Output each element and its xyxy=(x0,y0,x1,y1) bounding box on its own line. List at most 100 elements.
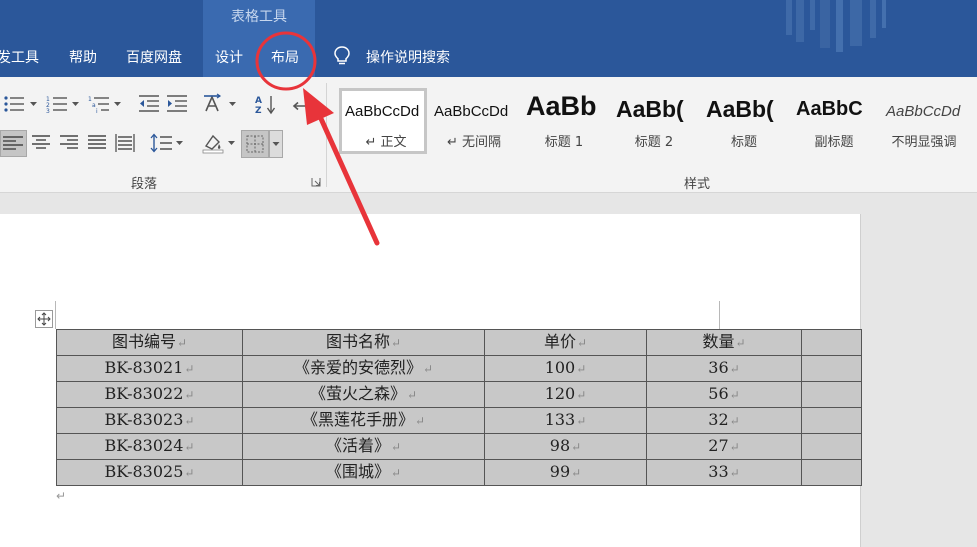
table-cell[interactable]: 27↵ xyxy=(646,433,802,460)
tell-me-search[interactable]: 操作说明搜索 xyxy=(366,47,450,67)
table-cell[interactable]: 120↵ xyxy=(484,381,647,408)
asian-layout-dropdown-icon[interactable] xyxy=(229,102,236,107)
align-right-icon[interactable] xyxy=(56,132,82,154)
svg-text:i: i xyxy=(96,108,98,115)
style-sample: AaBb( xyxy=(706,96,774,122)
style-subtitle[interactable]: AaBbC 副标题 xyxy=(790,88,878,154)
title-bar-decoration xyxy=(786,0,886,52)
table-cell[interactable]: 《黑莲花手册》↵ xyxy=(242,407,485,434)
cell-text: 《亲爱的安德烈》 xyxy=(293,358,422,377)
tab-layout[interactable]: 布局 xyxy=(271,47,299,67)
style-no-spacing[interactable]: AaBbCcDd ↵ 无间隔 xyxy=(430,88,518,154)
table-cell[interactable]: 《亲爱的安德烈》↵ xyxy=(242,355,485,382)
table-header-cell[interactable]: 数量↵ xyxy=(646,329,802,356)
table-cell[interactable]: 《萤火之森》↵ xyxy=(242,381,485,408)
distributed-icon[interactable] xyxy=(112,132,138,154)
multilevel-dropdown-icon[interactable] xyxy=(114,102,121,107)
svg-text:Z: Z xyxy=(255,106,262,115)
justify-icon[interactable] xyxy=(84,132,110,154)
cell-text: 图书编号 xyxy=(111,332,176,351)
style-sample: AaBbCcDd xyxy=(886,103,961,120)
table-move-handle-icon[interactable] xyxy=(35,310,53,328)
table-cell[interactable]: 56↵ xyxy=(646,381,802,408)
cell-end-mark: ↵ xyxy=(576,388,587,402)
table-cell[interactable]: 33↵ xyxy=(646,459,802,486)
paragraph-mark: ↵ xyxy=(56,489,67,503)
margin-marker xyxy=(719,301,720,329)
table-cell[interactable] xyxy=(801,381,862,408)
numbering-icon[interactable]: 123 xyxy=(45,93,71,115)
cell-end-mark: ↵ xyxy=(406,388,418,402)
cell-text: 56 xyxy=(708,384,729,403)
cell-text: BK-83024 xyxy=(104,436,184,455)
table-cell[interactable] xyxy=(801,433,862,460)
align-left-button[interactable] xyxy=(0,130,27,157)
table-header-cell[interactable] xyxy=(801,329,862,356)
align-center-icon[interactable] xyxy=(28,132,54,154)
table-cell[interactable]: 32↵ xyxy=(646,407,802,434)
asian-layout-icon[interactable] xyxy=(202,93,228,115)
table-cell[interactable] xyxy=(801,355,862,382)
style-subtle-emphasis[interactable]: AaBbCcDd 不明显强调 xyxy=(880,88,968,154)
table-cell[interactable]: 《围城》↵ xyxy=(242,459,485,486)
book-table[interactable]: 图书编号↵ 图书名称↵ 单价↵ 数量↵ BK-83021↵ 《亲爱的安德烈》↵ 100↵ 36… xyxy=(56,329,862,486)
table-cell[interactable]: 《活着》↵ xyxy=(242,433,485,460)
cell-text: 《围城》 xyxy=(325,462,390,481)
borders-icon xyxy=(246,135,264,153)
bullets-icon[interactable] xyxy=(2,93,28,115)
table-cell[interactable] xyxy=(801,459,862,486)
cell-end-mark: ↵ xyxy=(576,414,587,428)
table-header-cell[interactable]: 单价↵ xyxy=(484,329,647,356)
tab-baidu-netdisk[interactable]: 百度网盘 xyxy=(126,47,182,67)
show-marks-icon[interactable] xyxy=(289,93,315,115)
table-cell[interactable]: BK-83021↵ xyxy=(56,355,243,382)
table-cell[interactable]: BK-83023↵ xyxy=(56,407,243,434)
style-title[interactable]: AaBb( 标题 xyxy=(700,88,788,154)
cell-end-mark: ↵ xyxy=(571,440,582,454)
shading-icon[interactable] xyxy=(200,132,226,154)
style-heading-1[interactable]: AaBb 标题 1 xyxy=(520,88,608,154)
line-spacing-icon[interactable] xyxy=(149,132,175,154)
table-cell[interactable]: 133↵ xyxy=(484,407,647,434)
increase-indent-icon[interactable] xyxy=(164,93,190,115)
cell-end-mark: ↵ xyxy=(576,362,587,376)
line-spacing-dropdown-icon[interactable] xyxy=(176,141,183,146)
bullets-dropdown-icon[interactable] xyxy=(30,102,37,107)
cell-text: 数量 xyxy=(702,332,735,351)
table-cell[interactable]: 36↵ xyxy=(646,355,802,382)
table-cell[interactable]: 100↵ xyxy=(484,355,647,382)
tab-developer[interactable]: 发工具 xyxy=(0,47,39,67)
cell-end-mark: ↵ xyxy=(184,440,195,454)
table-cell[interactable]: BK-83024↵ xyxy=(56,433,243,460)
borders-button[interactable] xyxy=(241,130,269,158)
table-header-cell[interactable]: 图书名称↵ xyxy=(242,329,485,356)
lightbulb-icon[interactable] xyxy=(333,45,351,67)
table-cell[interactable]: 98↵ xyxy=(484,433,647,460)
cell-end-mark: ↵ xyxy=(422,362,434,376)
table-cell[interactable]: 99↵ xyxy=(484,459,647,486)
tab-design[interactable]: 设计 xyxy=(215,47,243,67)
sort-icon[interactable]: A Z xyxy=(253,93,279,115)
table-cell[interactable] xyxy=(801,407,862,434)
multilevel-list-icon[interactable]: 1ai xyxy=(87,93,113,115)
cell-text: 图书名称 xyxy=(325,332,390,351)
cell-text: 《黑莲花手册》 xyxy=(301,410,414,429)
cell-end-mark: ↵ xyxy=(184,362,195,376)
cell-text: 98 xyxy=(549,436,571,455)
cell-text: BK-83025 xyxy=(104,462,184,481)
borders-dropdown-button[interactable] xyxy=(269,130,283,158)
decrease-indent-icon[interactable] xyxy=(136,93,162,115)
style-name: ↵ 正文 xyxy=(365,135,407,150)
table-cell[interactable]: BK-83022↵ xyxy=(56,381,243,408)
tab-help[interactable]: 帮助 xyxy=(69,47,97,67)
cell-end-mark: ↵ xyxy=(729,466,740,480)
style-sample: AaBbCcDd xyxy=(345,103,420,120)
numbering-dropdown-icon[interactable] xyxy=(72,102,79,107)
table-header-cell[interactable]: 图书编号↵ xyxy=(56,329,243,356)
style-heading-2[interactable]: AaBb( 标题 2 xyxy=(610,88,698,154)
shading-dropdown-icon[interactable] xyxy=(228,141,235,146)
paragraph-dialog-launcher-icon[interactable] xyxy=(311,177,321,187)
table-cell[interactable]: BK-83025↵ xyxy=(56,459,243,486)
style-normal[interactable]: AaBbCcDd ↵ 正文 xyxy=(339,88,427,154)
cell-text: 133 xyxy=(544,410,576,429)
